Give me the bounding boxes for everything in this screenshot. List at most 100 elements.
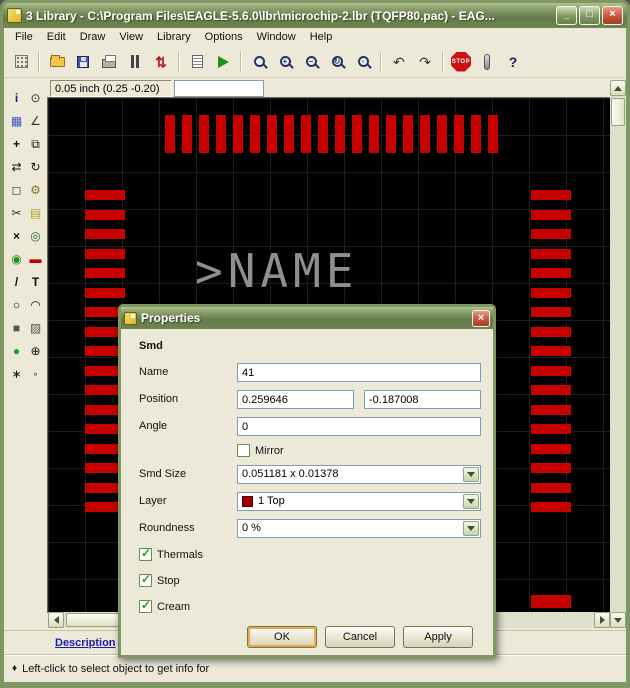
smd-pad[interactable] <box>85 268 125 278</box>
package-name-text[interactable]: >NAME <box>195 244 358 298</box>
menu-draw[interactable]: Draw <box>73 29 113 45</box>
smd-pad[interactable] <box>369 115 379 153</box>
smd-pad[interactable] <box>85 229 125 239</box>
smd-pad[interactable] <box>420 115 430 153</box>
command-input[interactable] <box>174 80 264 97</box>
menu-window[interactable]: Window <box>250 29 303 45</box>
position-x-input[interactable] <box>237 390 354 409</box>
cut-tool[interactable]: ✂ <box>7 202 26 223</box>
move-tool[interactable]: + <box>7 133 26 154</box>
smd-pad[interactable] <box>318 115 328 153</box>
paste-tool[interactable]: ▤ <box>26 202 45 223</box>
smd-pad[interactable] <box>386 115 396 153</box>
zoom-in-button[interactable]: + <box>273 49 297 74</box>
smd-pad[interactable] <box>454 115 464 153</box>
smd-pad[interactable] <box>531 502 571 512</box>
smd-pad[interactable] <box>250 115 260 153</box>
smd-pad[interactable] <box>531 482 571 493</box>
change-tool[interactable]: ⚙ <box>26 179 45 200</box>
text-tool[interactable]: T <box>26 271 45 292</box>
hole-tool[interactable]: ⊕ <box>26 340 45 361</box>
pin-tool[interactable]: ◦ <box>26 363 45 384</box>
stop-checkbox[interactable]: ✓ <box>139 572 152 587</box>
vertical-scrollbar[interactable] <box>610 80 626 628</box>
rotate-tool[interactable]: ↻ <box>26 156 45 177</box>
roundness-dropdown-icon[interactable] <box>463 521 479 536</box>
scroll-up-button[interactable] <box>610 80 626 96</box>
zoom-select-button[interactable]: ▫ <box>351 49 375 74</box>
layer-combo[interactable]: 1 Top <box>237 492 481 511</box>
smd-pad[interactable] <box>301 115 311 153</box>
smd-tool[interactable]: ▬ <box>26 248 45 269</box>
smd-pad[interactable] <box>403 115 413 153</box>
zoom-out-button[interactable]: − <box>299 49 323 74</box>
menu-edit[interactable]: Edit <box>40 29 73 45</box>
layer-dropdown-icon[interactable] <box>463 494 479 509</box>
script-button[interactable] <box>185 49 209 74</box>
smd-pad[interactable] <box>531 404 571 415</box>
menu-file[interactable]: File <box>8 29 40 45</box>
menu-options[interactable]: Options <box>198 29 250 45</box>
circle-tool[interactable]: ○ <box>7 294 26 315</box>
stop-button[interactable]: STOP <box>449 49 473 74</box>
run-button[interactable] <box>211 49 235 74</box>
smd-pad[interactable] <box>165 115 175 153</box>
smd-pad[interactable] <box>335 115 345 153</box>
smd-size-dropdown-icon[interactable] <box>463 467 479 482</box>
description-link[interactable]: Description <box>55 637 116 649</box>
drill-button[interactable] <box>123 49 147 74</box>
smd-pad[interactable] <box>182 115 192 153</box>
menu-library[interactable]: Library <box>150 29 198 45</box>
smd-pad[interactable] <box>531 346 571 356</box>
smd-pad[interactable] <box>531 424 571 434</box>
smd-pad[interactable] <box>531 443 571 454</box>
mirror-checkbox[interactable] <box>237 444 250 457</box>
help-button[interactable]: ? <box>501 49 525 74</box>
smd-pad[interactable] <box>267 115 277 153</box>
smd-pad[interactable] <box>531 229 571 239</box>
smd-pad[interactable] <box>437 115 447 153</box>
mark-tool[interactable]: ∠ <box>26 110 45 131</box>
grid-button[interactable] <box>9 49 33 74</box>
roundness-combo[interactable]: 0 % <box>237 519 481 538</box>
smd-pad[interactable] <box>471 115 481 153</box>
smd-pad[interactable] <box>531 365 571 376</box>
arc-tool[interactable]: ◠ <box>26 294 45 315</box>
ok-button[interactable]: OK <box>247 626 317 648</box>
show-tool[interactable]: ⊙ <box>26 87 45 108</box>
name-input[interactable] <box>237 363 481 382</box>
smd-pad[interactable] <box>85 190 125 200</box>
maximize-button[interactable]: □ <box>579 6 600 25</box>
menu-help[interactable]: Help <box>303 29 340 45</box>
smd-pad[interactable] <box>531 385 571 395</box>
smd-pad[interactable] <box>531 595 571 608</box>
zoom-redraw-button[interactable]: ↻ <box>325 49 349 74</box>
smd-pad[interactable] <box>216 115 226 153</box>
zoom-fit-button[interactable] <box>247 49 271 74</box>
smd-pad[interactable] <box>531 463 571 473</box>
smd-pad[interactable] <box>233 115 243 153</box>
smd-pad[interactable] <box>531 209 571 220</box>
undo-button[interactable]: ↶ <box>387 49 411 74</box>
add-tool[interactable]: ◎ <box>26 225 45 246</box>
thermals-checkbox[interactable]: ✓ <box>139 546 152 561</box>
display-tool[interactable]: ▦ <box>7 110 26 131</box>
smd-pad[interactable] <box>531 268 571 278</box>
delete-tool[interactable]: × <box>7 225 26 246</box>
via-tool[interactable]: ● <box>7 340 26 361</box>
vertical-scroll-thumb[interactable] <box>611 98 625 126</box>
angle-input[interactable] <box>237 417 481 436</box>
info-tool[interactable]: i <box>7 87 26 108</box>
position-y-input[interactable] <box>364 390 481 409</box>
close-button[interactable]: × <box>602 6 623 25</box>
rect-tool[interactable]: ■ <box>7 317 26 338</box>
smd-pad[interactable] <box>85 209 125 220</box>
menu-view[interactable]: View <box>112 29 150 45</box>
copy-tool[interactable]: ⧉ <box>26 133 45 154</box>
smd-pad[interactable] <box>531 248 571 259</box>
smd-pad[interactable] <box>531 287 571 298</box>
smd-pad[interactable] <box>531 326 571 337</box>
scroll-down-button[interactable] <box>610 612 626 628</box>
scroll-right-button[interactable] <box>594 612 610 628</box>
smd-pad[interactable] <box>199 115 209 153</box>
